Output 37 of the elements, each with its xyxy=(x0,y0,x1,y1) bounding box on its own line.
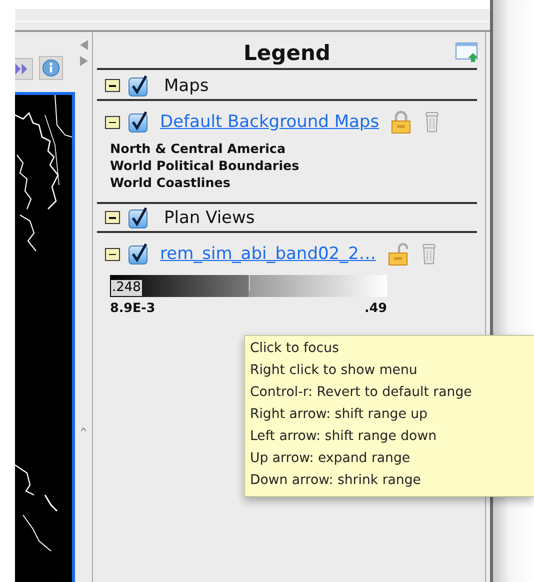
map-name: North & Central America xyxy=(110,141,286,156)
layer-link[interactable]: Default Background Maps xyxy=(160,112,380,132)
fast-forward-icon[interactable] xyxy=(15,58,33,80)
checkbox[interactable] xyxy=(128,74,150,96)
tooltip-line: Left arrow: shift range down xyxy=(250,428,436,446)
splitter-grip-icon[interactable] xyxy=(81,427,86,432)
tooltip-line: Down arrow: shrink range xyxy=(250,472,421,490)
range-max: .49 xyxy=(364,300,387,315)
checkbox[interactable] xyxy=(128,111,150,133)
checkbox[interactable] xyxy=(128,243,150,265)
range-min: 8.9E-3 xyxy=(110,300,156,315)
legend-title: Legend xyxy=(244,41,330,65)
trash-icon[interactable] xyxy=(422,243,436,265)
map-name: World Political Boundaries xyxy=(110,158,300,173)
tooltip-line: Right click to show menu xyxy=(250,362,418,380)
expand-right-icon[interactable] xyxy=(80,56,88,66)
window-arrow-icon[interactable] xyxy=(455,41,479,63)
tooltip-line: Up arrow: expand range xyxy=(250,450,410,468)
colorbar[interactable]: .248 xyxy=(110,275,387,297)
trash-icon[interactable] xyxy=(425,111,440,133)
group-label: Maps xyxy=(164,76,209,96)
collapse-icon[interactable] xyxy=(105,211,120,224)
padlock-icon[interactable] xyxy=(391,110,412,134)
collapse-icon[interactable] xyxy=(105,248,120,260)
checkbox[interactable] xyxy=(128,206,150,228)
group-label: Plan Views xyxy=(164,208,255,228)
colorbar-readout: .248 xyxy=(111,280,142,296)
collapse-icon[interactable] xyxy=(105,116,120,128)
map-name: World Coastlines xyxy=(110,175,230,190)
collapse-left-icon[interactable] xyxy=(80,40,88,50)
layer-link[interactable]: rem_sim_abi_band02_2… xyxy=(160,244,376,264)
tooltip-line: Click to focus xyxy=(250,340,339,358)
info-icon[interactable] xyxy=(39,56,63,80)
padlock-icon[interactable] xyxy=(388,242,408,266)
tooltip-line: Control-r: Revert to default range xyxy=(250,384,472,402)
collapse-icon[interactable] xyxy=(105,79,120,92)
tooltip-line: Right arrow: shift range up xyxy=(250,406,428,424)
